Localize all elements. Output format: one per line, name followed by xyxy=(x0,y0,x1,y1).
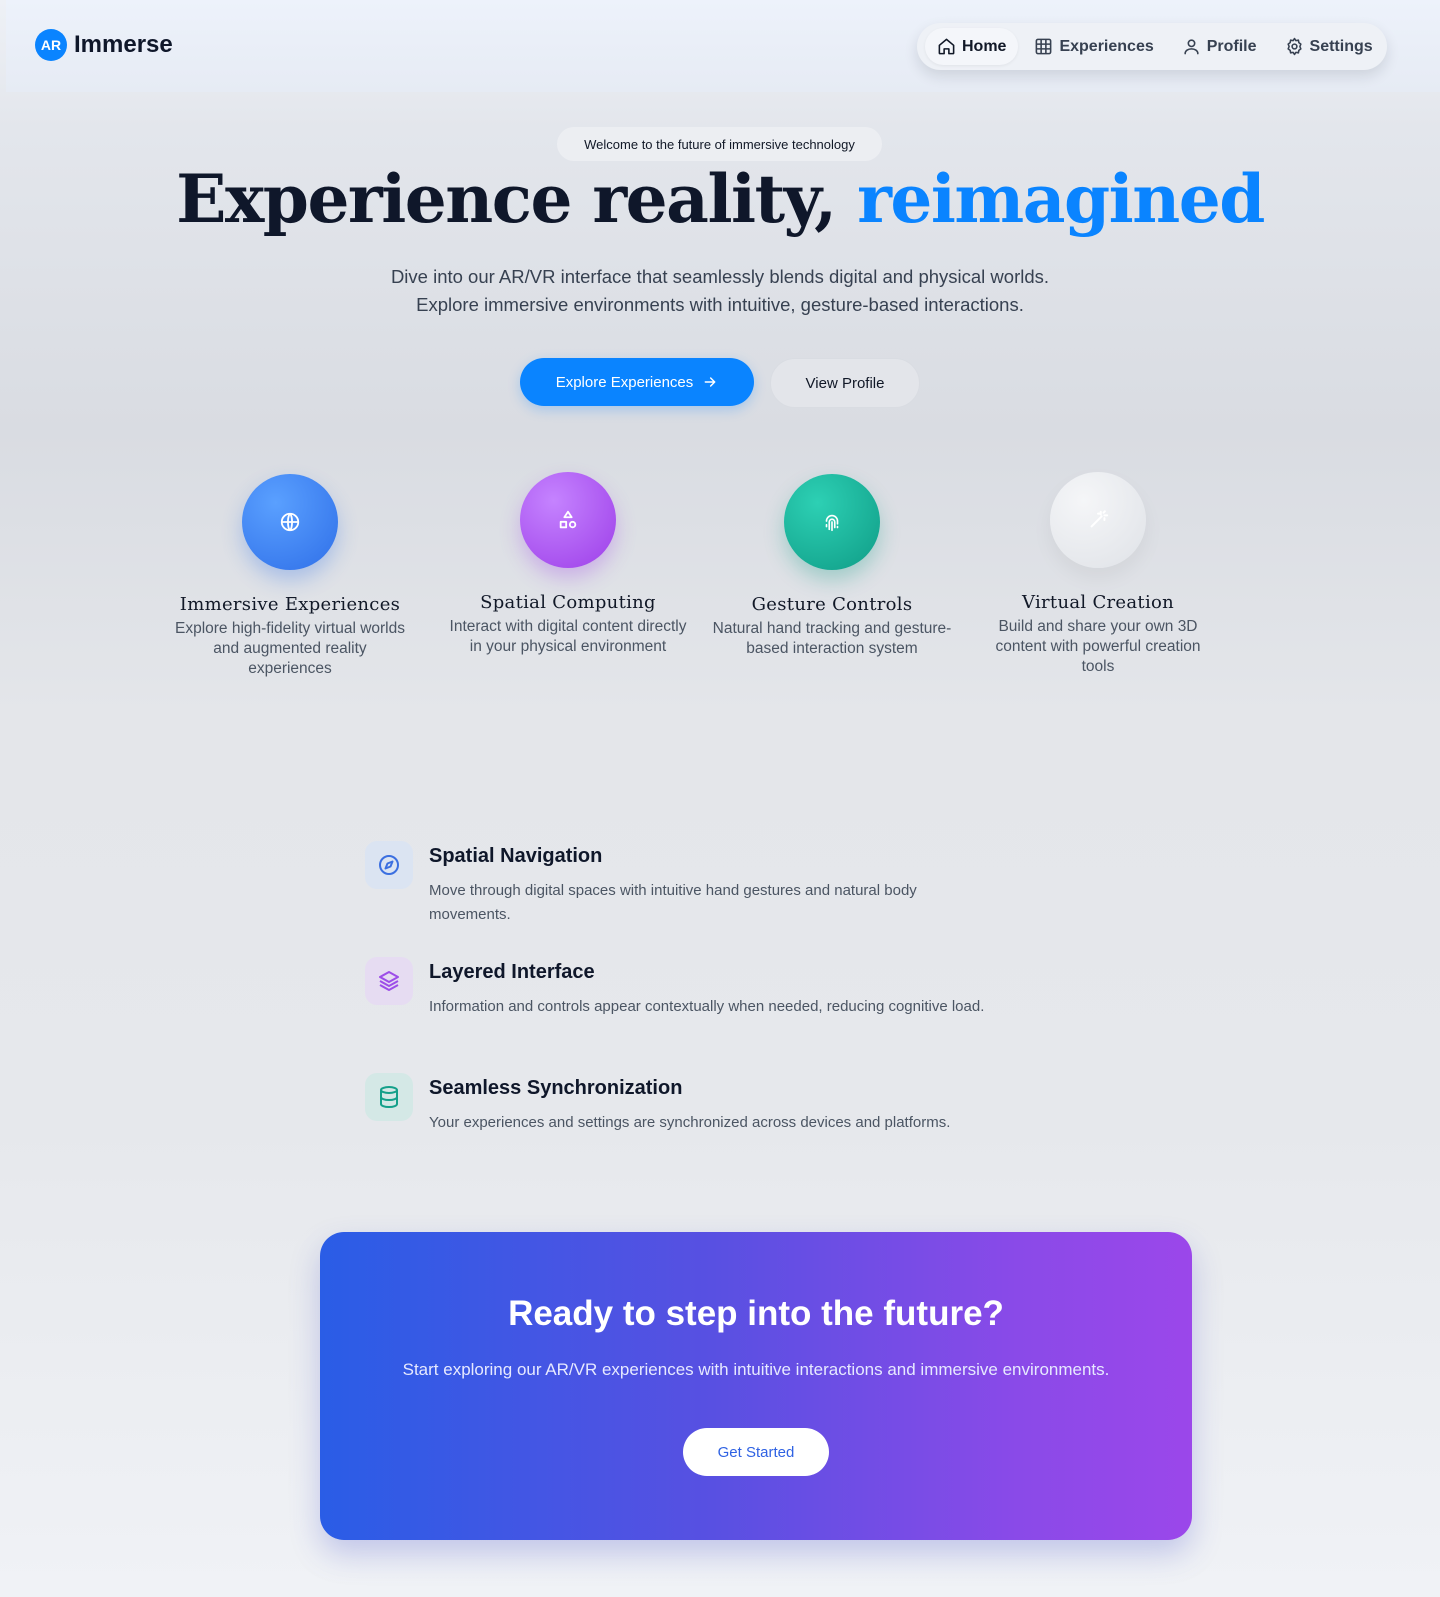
nav-label-home: Home xyxy=(962,37,1007,55)
cta-banner: Ready to step into the future? Start exp… xyxy=(320,1232,1192,1540)
nav-label-settings: Settings xyxy=(1309,37,1373,55)
fingerprint-icon xyxy=(825,514,839,532)
nav-item-experiences[interactable]: Experiences xyxy=(1022,28,1165,65)
home-icon xyxy=(938,38,955,55)
feature-card-spatial: Spatial Computing Interact with digital … xyxy=(448,472,688,657)
feature-card-creation: Virtual Creation Build and share your ow… xyxy=(978,472,1218,677)
nav-item-home[interactable]: Home xyxy=(925,28,1019,65)
feature-title: Spatial Computing xyxy=(480,592,656,613)
hero-title: Experience reality, reimagined xyxy=(0,160,1440,238)
explore-experiences-label: Explore Experiences xyxy=(555,373,694,391)
highlight-desc: Move through digital spaces with intuiti… xyxy=(429,882,917,923)
feature-orb-spatial xyxy=(520,472,616,568)
view-profile-button[interactable]: View Profile xyxy=(770,358,920,408)
cta-subtitle: Start exploring our AR/VR experiences wi… xyxy=(402,1360,1110,1379)
highlight-icon-box xyxy=(365,957,413,1005)
compass-icon xyxy=(379,855,399,875)
hero-subtitle-line-1: Dive into our AR/VR interface that seaml… xyxy=(390,266,1050,287)
cta-title: Ready to step into the future? xyxy=(508,1294,1004,1333)
highlight-title: Spatial Navigation xyxy=(429,845,603,867)
site-header: AR Immerse Home Experiences Profile Sett… xyxy=(6,0,1440,92)
feature-title: Virtual Creation xyxy=(1021,592,1175,613)
hero-subtitle-line-2: Explore immersive environments with intu… xyxy=(416,294,1024,315)
feature-card-immersive: Immersive Experiences Explore high-fidel… xyxy=(170,474,410,679)
highlight-icon-box xyxy=(365,841,413,889)
feature-desc: Explore high-fidelity virtual worlds and… xyxy=(174,620,405,677)
welcome-pill: Welcome to the future of immersive techn… xyxy=(557,127,882,161)
feature-desc: Build and share your own 3D content with… xyxy=(995,618,1201,675)
database-icon xyxy=(380,1086,398,1109)
feature-title: Immersive Experiences xyxy=(179,594,401,615)
feature-orb-immersive xyxy=(242,474,338,570)
arrow-right-icon xyxy=(704,377,716,387)
hero-subtitle: Dive into our AR/VR interface that seaml… xyxy=(0,263,1440,319)
nav-item-settings[interactable]: Settings xyxy=(1273,28,1385,65)
explore-experiences-button[interactable]: Explore Experiences xyxy=(520,358,754,406)
brand-logo[interactable]: AR Immerse xyxy=(35,29,173,61)
user-icon xyxy=(1184,39,1199,55)
shapes-icon xyxy=(559,510,577,529)
nav-label-experiences: Experiences xyxy=(1059,37,1154,55)
feature-desc: Natural hand tracking and gesture-based … xyxy=(712,620,952,657)
highlight-desc: Your experiences and settings are synchr… xyxy=(429,1114,951,1131)
highlight-title: Layered Interface xyxy=(429,961,595,983)
feature-card-gesture: Gesture Controls Natural hand tracking a… xyxy=(712,474,952,659)
feature-title: Gesture Controls xyxy=(751,594,913,615)
highlight-title: Seamless Synchronization xyxy=(429,1077,683,1099)
highlight-desc: Information and controls appear contextu… xyxy=(429,998,985,1015)
feature-orb-creation xyxy=(1050,472,1146,568)
nav-item-profile[interactable]: Profile xyxy=(1170,28,1269,65)
grid-icon xyxy=(1036,38,1052,55)
brand-badge: AR xyxy=(35,29,67,61)
brand-name: Immerse xyxy=(74,31,173,58)
magic-wand-icon xyxy=(1090,510,1109,528)
feature-orb-gesture xyxy=(784,474,880,570)
main-nav: Home Experiences Profile Settings xyxy=(917,23,1387,70)
gear-icon xyxy=(1286,37,1302,56)
layers-icon xyxy=(379,971,399,991)
hero-title-main: Experience reality, xyxy=(176,160,858,238)
globe-icon xyxy=(280,512,300,532)
nav-label-profile: Profile xyxy=(1206,37,1257,55)
feature-desc: Interact with digital content directly i… xyxy=(449,618,687,655)
highlight-icon-box xyxy=(365,1073,413,1121)
get-started-button[interactable]: Get Started xyxy=(683,1428,829,1476)
hero-title-accent: reimagined xyxy=(857,160,1265,238)
